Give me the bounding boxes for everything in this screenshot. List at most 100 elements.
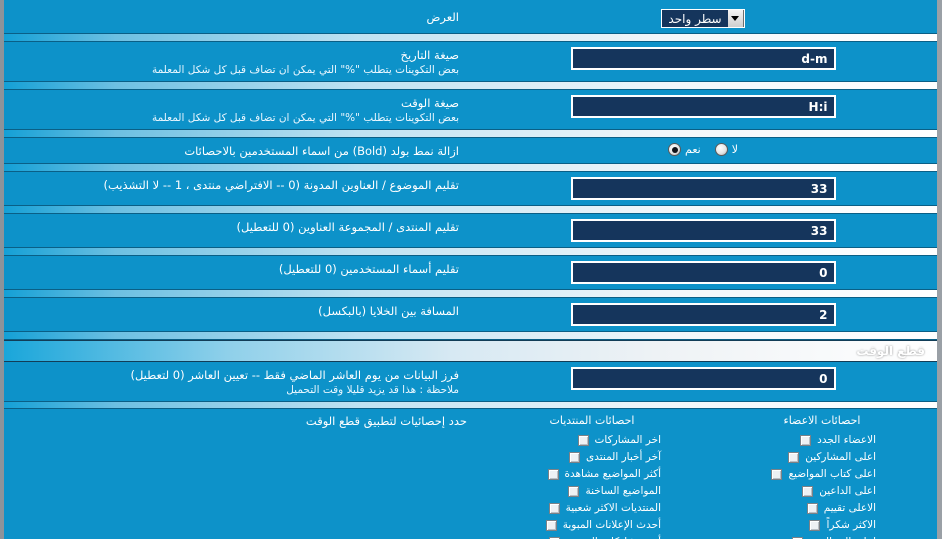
- forums-item-label: المنتديات الاكثر شعبية: [565, 502, 661, 514]
- trim-topic-label-cell: تقليم الموضوع / العناوين المدونة (0 -- ا…: [4, 172, 469, 197]
- checkbox-icon[interactable]: [800, 434, 812, 446]
- list-item[interactable]: آخر أخبار المنتدى: [483, 451, 701, 463]
- trim-topic-input[interactable]: [570, 177, 836, 200]
- checkbox-icon[interactable]: [802, 485, 814, 497]
- row-separator: [4, 289, 937, 298]
- row-separator: [4, 205, 937, 214]
- checkbox-icon[interactable]: [577, 434, 589, 446]
- date-format-hint: بعض التكوينات يتطلب "%" التي يمكن ان تضا…: [151, 64, 459, 76]
- trim-forum-label-cell: تقليم المنتدى / المجموعة العناوين (0 للت…: [4, 214, 469, 239]
- trim-usernames-input[interactable]: [570, 261, 836, 284]
- forums-item-label: المواضيع الساخنة: [585, 485, 661, 497]
- display-select-value: سطر واحد: [668, 11, 722, 26]
- checkbox-icon[interactable]: [788, 451, 800, 463]
- row-separator: [4, 163, 937, 172]
- members-item-label: الاكثر شكراً: [826, 519, 876, 531]
- date-format-label-cell: صيغة التاريخ بعض التكوينات يتطلب "%" الت…: [4, 42, 469, 81]
- section-header-time-cutoff: قطع الوقت: [4, 340, 937, 362]
- list-item[interactable]: اعلى المشاركين: [713, 451, 931, 463]
- list-item[interactable]: المواضيع الساخنة: [483, 485, 701, 497]
- remove-bold-no-label: لا: [731, 143, 738, 156]
- row-separator: [4, 129, 937, 138]
- display-label: العرض: [426, 10, 460, 24]
- trim-forum-control-cell: [469, 214, 937, 247]
- forums-column-header: احصائات المنتديات: [549, 414, 635, 427]
- members-item-label: اعلى الداعين: [819, 485, 876, 497]
- chevron-down-icon[interactable]: [727, 10, 744, 27]
- time-cutoff-label: فرز البيانات من يوم العاشر الماضي فقط --…: [130, 368, 459, 382]
- list-item[interactable]: اعلى الداعين: [713, 485, 931, 497]
- time-format-label: صيغة الوقت: [400, 96, 459, 110]
- list-item[interactable]: الاعضاء الجدد: [713, 434, 931, 446]
- row-time-format: صيغة الوقت بعض التكوينات يتطلب "%" التي …: [4, 90, 937, 129]
- remove-bold-label-cell: ازالة نمط بولد (Bold) من اسماء المستخدمي…: [4, 138, 469, 163]
- members-column-header: احصائات الاعضاء: [783, 414, 861, 427]
- members-stats-list: الاعضاء الجدد اعلى المشاركين اعلى كتاب ا…: [713, 434, 931, 539]
- members-stats-column: احصائات الاعضاء الاعضاء الجدد اعلى المشا…: [707, 409, 937, 539]
- list-item[interactable]: الاكثر شكراً: [713, 519, 931, 531]
- date-format-input[interactable]: [570, 47, 836, 70]
- remove-bold-control-cell: لا نعم: [469, 138, 937, 161]
- remove-bold-radio-yes[interactable]: نعم: [668, 143, 701, 156]
- date-format-control-cell: [469, 42, 937, 75]
- checkbox-icon[interactable]: [809, 519, 821, 531]
- checkbox-icon[interactable]: [806, 502, 818, 514]
- list-item[interactable]: المنتديات الاكثر شعبية: [483, 502, 701, 514]
- remove-bold-radio-no[interactable]: لا: [714, 143, 738, 156]
- remove-bold-yes-label: نعم: [685, 143, 701, 156]
- cellspacing-control-cell: [469, 298, 937, 331]
- display-control-cell: سطر واحد: [469, 4, 937, 33]
- checkbox-icon[interactable]: [569, 451, 581, 463]
- time-cutoff-input[interactable]: [570, 367, 836, 390]
- forums-stats-list: اخر المشاركات آخر أخبار المنتدى أكثر الم…: [483, 434, 701, 539]
- row-trim-topic: تقليم الموضوع / العناوين المدونة (0 -- ا…: [4, 172, 937, 205]
- checkbox-icon[interactable]: [771, 468, 783, 480]
- time-format-label-cell: صيغة الوقت بعض التكوينات يتطلب "%" التي …: [4, 90, 469, 129]
- radio-off-icon[interactable]: [714, 143, 728, 156]
- trim-usernames-control-cell: [469, 256, 937, 289]
- list-item[interactable]: اعلى كتاب المواضيع: [713, 468, 931, 480]
- radio-on-icon[interactable]: [668, 143, 682, 156]
- row-separator: [4, 81, 937, 90]
- forums-item-label: أكثر المواضيع مشاهدة: [564, 468, 662, 480]
- members-item-label: اعلى المشاركين: [805, 451, 876, 463]
- list-item[interactable]: أحدث الإعلانات المبوبة: [483, 519, 701, 531]
- list-item[interactable]: الاعلى تقييم: [713, 502, 931, 514]
- checkbox-icon[interactable]: [548, 502, 560, 514]
- forums-stats-column: احصائات المنتديات اخر المشاركات آخر أخبا…: [477, 409, 707, 539]
- time-format-hint: بعض التكوينات يتطلب "%" التي يمكن ان تضا…: [151, 112, 459, 124]
- forums-item-label: اخر المشاركات: [594, 434, 661, 446]
- remove-bold-radio-group: لا نعم: [668, 143, 738, 156]
- trim-usernames-label-cell: تقليم أسماء المستخدمين (0 للتعطيل): [4, 256, 469, 281]
- list-item[interactable]: اخر المشاركات: [483, 434, 701, 446]
- trim-usernames-label: تقليم أسماء المستخدمين (0 للتعطيل): [278, 262, 459, 276]
- row-separator: [4, 331, 937, 340]
- time-cutoff-label-cell: فرز البيانات من يوم العاشر الماضي فقط --…: [4, 362, 469, 401]
- time-cutoff-hint: ملاحظة : هذا قد يزيد قليلا وقت التحميل: [286, 384, 459, 396]
- time-format-control-cell: [469, 90, 937, 123]
- row-display: سطر واحد العرض: [4, 4, 937, 33]
- trim-forum-input[interactable]: [570, 219, 836, 242]
- row-separator: [4, 247, 937, 256]
- forums-item-label: آخر أخبار المنتدى: [586, 451, 661, 463]
- members-item-label: الاعضاء الجدد: [817, 434, 876, 446]
- time-format-input[interactable]: [570, 95, 836, 118]
- cellspacing-label: المسافة بين الخلايا (بالبكسل): [318, 304, 459, 318]
- stats-selection-label: حدد إحصائيات لتطبيق قطع الوقت: [305, 414, 467, 428]
- time-cutoff-control-cell: [469, 362, 937, 395]
- cellspacing-input[interactable]: [570, 303, 836, 326]
- section-title: قطع الوقت: [856, 344, 925, 358]
- checkbox-icon[interactable]: [568, 485, 580, 497]
- row-time-cutoff: فرز البيانات من يوم العاشر الماضي فقط --…: [4, 362, 937, 401]
- date-format-label: صيغة التاريخ: [400, 48, 459, 62]
- row-separator: [4, 401, 937, 409]
- checkbox-icon[interactable]: [545, 519, 557, 531]
- display-select[interactable]: سطر واحد: [661, 9, 745, 28]
- row-separator: [4, 33, 937, 42]
- row-remove-bold: لا نعم ازالة نمط بولد (Bold) من اسماء ال…: [4, 138, 937, 163]
- trim-topic-label: تقليم الموضوع / العناوين المدونة (0 -- ا…: [103, 178, 459, 192]
- trim-topic-control-cell: [469, 172, 937, 205]
- list-item[interactable]: أكثر المواضيع مشاهدة: [483, 468, 701, 480]
- checkbox-icon[interactable]: [547, 468, 559, 480]
- row-trim-forum: تقليم المنتدى / المجموعة العناوين (0 للت…: [4, 214, 937, 247]
